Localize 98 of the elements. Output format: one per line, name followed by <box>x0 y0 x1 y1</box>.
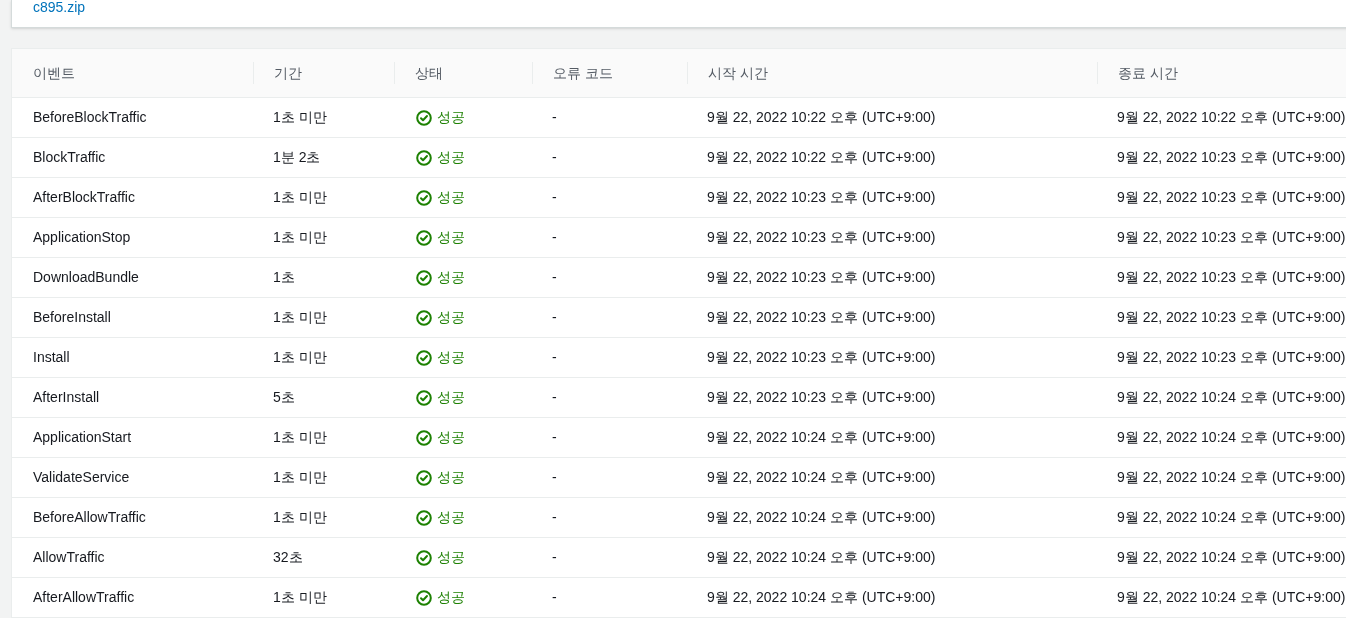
end-time-cell: 9월 22, 2022 10:24 오후 (UTC+9:00) <box>1117 509 1346 525</box>
duration-cell: 32초 <box>273 549 303 565</box>
event-name: DownloadBundle <box>33 269 139 285</box>
start-time-cell: 9월 22, 2022 10:24 오후 (UTC+9:00) <box>707 429 936 445</box>
duration-cell: 1초 미만 <box>273 109 327 125</box>
status-label: 성공 <box>437 108 465 127</box>
start-time-cell: 9월 22, 2022 10:24 오후 (UTC+9:00) <box>707 509 936 525</box>
status-label: 성공 <box>437 188 465 207</box>
end-time-cell: 9월 22, 2022 10:24 오후 (UTC+9:00) <box>1117 589 1346 605</box>
end-time-cell: 9월 22, 2022 10:22 오후 (UTC+9:00) <box>1117 109 1346 125</box>
end-time-cell: 9월 22, 2022 10:24 오후 (UTC+9:00) <box>1117 549 1346 565</box>
column-header[interactable]: 이벤트 <box>33 62 75 84</box>
column-header[interactable]: 상태 <box>415 62 443 84</box>
status-label: 성공 <box>437 268 465 287</box>
duration-cell: 1초 미만 <box>273 589 327 605</box>
duration-cell: 1초 미만 <box>273 349 327 365</box>
event-name: ValidateService <box>33 469 130 485</box>
event-name: BlockTraffic <box>33 149 106 165</box>
check-circle-icon <box>416 429 432 446</box>
error-code-cell: - <box>552 389 557 405</box>
end-time-cell: 9월 22, 2022 10:24 오후 (UTC+9:00) <box>1117 389 1346 405</box>
end-time-cell: 9월 22, 2022 10:23 오후 (UTC+9:00) <box>1117 349 1346 365</box>
start-time-cell: 9월 22, 2022 10:24 오후 (UTC+9:00) <box>707 469 936 485</box>
file-link[interactable]: c895.zip <box>33 0 86 14</box>
status-label: 성공 <box>437 548 465 567</box>
start-time-cell: 9월 22, 2022 10:23 오후 (UTC+9:00) <box>707 389 936 405</box>
event-name: BeforeAllowTraffic <box>33 509 146 525</box>
check-circle-icon <box>416 309 432 326</box>
status-label: 성공 <box>437 148 465 167</box>
check-circle-icon <box>416 549 432 566</box>
event-name: AfterAllowTraffic <box>33 589 135 605</box>
error-code-cell: - <box>552 149 557 165</box>
start-time-cell: 9월 22, 2022 10:24 오후 (UTC+9:00) <box>707 549 936 565</box>
event-name: AllowTraffic <box>33 549 105 565</box>
column-header[interactable]: 종료 시간 <box>1118 62 1178 84</box>
error-code-cell: - <box>552 429 557 445</box>
duration-cell: 1초 미만 <box>273 509 327 525</box>
end-time-cell: 9월 22, 2022 10:23 오후 (UTC+9:00) <box>1117 269 1346 285</box>
start-time-cell: 9월 22, 2022 10:23 오후 (UTC+9:00) <box>707 309 936 325</box>
status-label: 성공 <box>437 228 465 247</box>
event-name: ApplicationStop <box>33 229 131 245</box>
error-code-cell: - <box>552 229 557 245</box>
duration-cell: 1초 미만 <box>273 309 327 325</box>
error-code-cell: - <box>552 469 557 485</box>
event-name: BeforeBlockTraffic <box>33 109 147 125</box>
check-circle-icon <box>416 509 432 526</box>
duration-cell: 1초 미만 <box>273 229 327 245</box>
start-time-cell: 9월 22, 2022 10:23 오후 (UTC+9:00) <box>707 269 936 285</box>
start-time-cell: 9월 22, 2022 10:23 오후 (UTC+9:00) <box>707 189 936 205</box>
check-circle-icon <box>416 109 432 126</box>
duration-cell: 1초 <box>273 269 295 285</box>
check-circle-icon <box>416 189 432 206</box>
error-code-cell: - <box>552 549 557 565</box>
check-circle-icon <box>416 469 432 486</box>
start-time-cell: 9월 22, 2022 10:23 오후 (UTC+9:00) <box>707 349 936 365</box>
status-label: 성공 <box>437 428 465 447</box>
check-circle-icon <box>416 589 432 606</box>
start-time-cell: 9월 22, 2022 10:24 오후 (UTC+9:00) <box>707 589 936 605</box>
error-code-cell: - <box>552 309 557 325</box>
column-header[interactable]: 기간 <box>274 62 302 84</box>
error-code-cell: - <box>552 109 557 125</box>
status-label: 성공 <box>437 388 465 407</box>
status-label: 성공 <box>437 468 465 487</box>
column-header[interactable]: 시작 시간 <box>708 62 768 84</box>
error-code-cell: - <box>552 349 557 365</box>
end-time-cell: 9월 22, 2022 10:23 오후 (UTC+9:00) <box>1117 189 1346 205</box>
error-code-cell: - <box>552 269 557 285</box>
event-name: Install <box>33 349 70 365</box>
event-name: ApplicationStart <box>33 429 132 445</box>
status-label: 성공 <box>437 508 465 527</box>
end-time-cell: 9월 22, 2022 10:23 오후 (UTC+9:00) <box>1117 149 1346 165</box>
status-label: 성공 <box>437 308 465 327</box>
error-code-cell: - <box>552 589 557 605</box>
error-code-cell: - <box>552 509 557 525</box>
duration-cell: 5초 <box>273 389 295 405</box>
status-label: 성공 <box>437 588 465 607</box>
duration-cell: 1분 2초 <box>273 149 321 165</box>
event-name: AfterBlockTraffic <box>33 189 135 205</box>
duration-cell: 1초 미만 <box>273 429 327 445</box>
end-time-cell: 9월 22, 2022 10:23 오후 (UTC+9:00) <box>1117 229 1346 245</box>
end-time-cell: 9월 22, 2022 10:23 오후 (UTC+9:00) <box>1117 309 1346 325</box>
status-label: 성공 <box>437 348 465 367</box>
check-circle-icon <box>416 149 432 166</box>
end-time-cell: 9월 22, 2022 10:24 오후 (UTC+9:00) <box>1117 469 1346 485</box>
check-circle-icon <box>416 269 432 286</box>
event-name: BeforeInstall <box>33 309 111 325</box>
start-time-cell: 9월 22, 2022 10:22 오후 (UTC+9:00) <box>707 149 936 165</box>
end-time-cell: 9월 22, 2022 10:24 오후 (UTC+9:00) <box>1117 429 1346 445</box>
duration-cell: 1초 미만 <box>273 469 327 485</box>
column-header[interactable]: 오류 코드 <box>553 62 613 84</box>
check-circle-icon <box>416 389 432 406</box>
start-time-cell: 9월 22, 2022 10:22 오후 (UTC+9:00) <box>707 109 936 125</box>
duration-cell: 1초 미만 <box>273 189 327 205</box>
check-circle-icon <box>416 229 432 246</box>
check-circle-icon <box>416 349 432 366</box>
error-code-cell: - <box>552 189 557 205</box>
start-time-cell: 9월 22, 2022 10:23 오후 (UTC+9:00) <box>707 229 936 245</box>
event-name: AfterInstall <box>33 389 100 405</box>
